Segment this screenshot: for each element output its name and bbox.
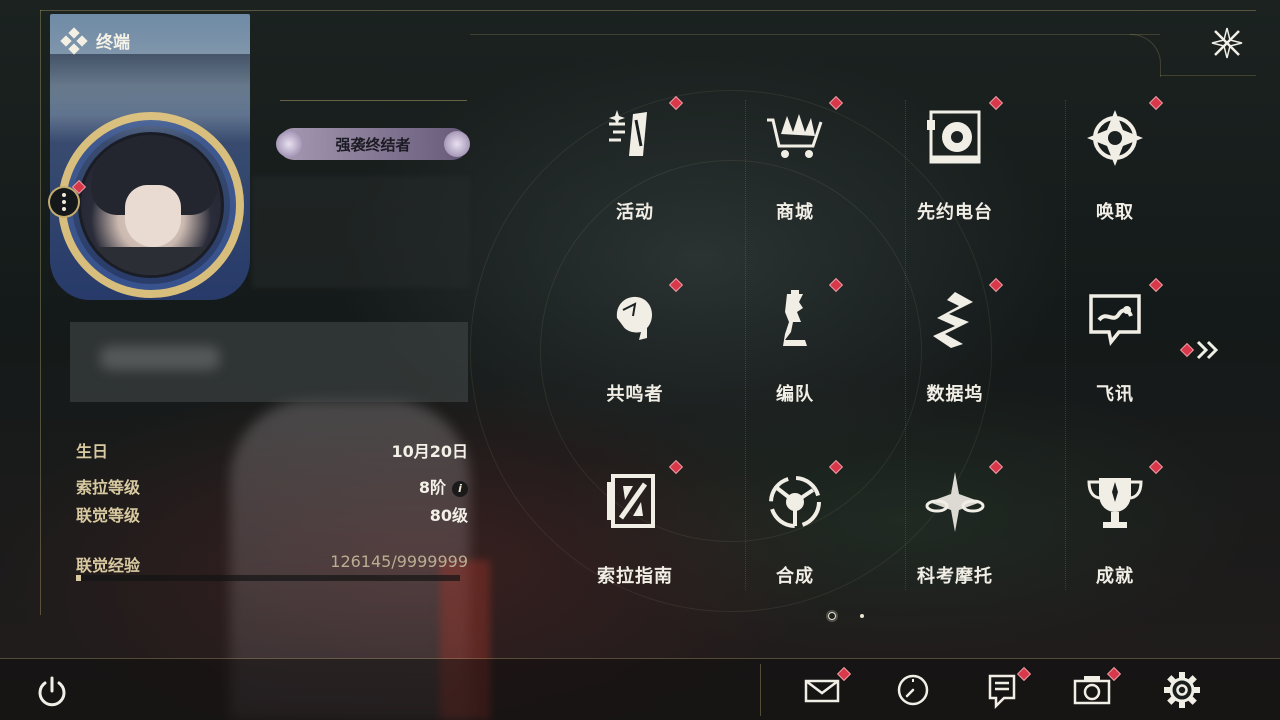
divider [760,664,761,716]
title-badge-label: 强袭终结者 [335,135,411,154]
menu-item-label: 合成 [776,566,814,587]
frame-line [40,10,41,615]
divider [745,100,747,590]
camera-icon[interactable] [1072,670,1112,710]
union-exp-value: 126145/9999999 [330,552,468,571]
guidebook-icon [607,474,655,528]
next-page-chevron-icon[interactable] [1194,338,1224,362]
divider [280,100,467,101]
shop-cart-icon [767,114,823,158]
menu-item-data-bank[interactable]: 数据坞 [875,278,1035,450]
menu-item-convene[interactable]: 唤取 [1035,96,1195,268]
page-title: 终端 [96,33,130,53]
menu-item-label: 唤取 [1096,202,1134,223]
menu-item-synthesis[interactable]: 合成 [715,460,875,632]
exp-progress-fill [76,575,81,581]
menu-item-label: 索拉指南 [597,566,673,587]
menu-item-label: 先约电台 [917,202,993,223]
title-badge[interactable]: 强袭终结者 [276,128,470,160]
menu-item-activity[interactable]: 活动 [555,96,715,268]
badge-right-ornament-icon [444,131,470,157]
info-icon[interactable]: i [452,481,468,497]
menu-item-chess-team[interactable]: 编队 [715,278,875,450]
power-icon[interactable] [34,674,70,710]
menu-item-trophy[interactable]: 成就 [1035,460,1195,632]
blurred-panel [252,176,470,288]
sol-rank-value-wrap: 8阶 i [419,474,468,498]
badge-left-ornament-icon [276,131,302,157]
avatar[interactable] [78,132,224,278]
exp-progress-bar [76,575,460,581]
terminal-icon [60,26,88,55]
mail-icon[interactable] [802,670,842,710]
menu-item-chat[interactable]: 飞讯 [1035,278,1195,450]
resonator-icon [616,296,652,340]
menu-item-label: 活动 [616,202,654,223]
frame-line [40,10,1256,11]
frame-line [1160,75,1256,76]
synthesis-icon [769,476,821,528]
page-dot[interactable] [860,614,864,618]
notice-icon[interactable] [982,670,1022,710]
trophy-icon [1087,478,1143,528]
clock-icon[interactable] [893,670,933,710]
divider [905,100,907,590]
menu-item-guidebook[interactable]: 索拉指南 [555,460,715,632]
frame-line [470,34,1160,35]
motorcycle-icon [925,472,985,532]
page-dot-current[interactable] [828,612,836,620]
menu-item-label: 飞讯 [1096,384,1134,405]
close-icon[interactable] [1208,24,1246,62]
menu-item-label: 科考摩托 [917,566,993,587]
menu-item-radio[interactable]: 先约电台 [875,96,1035,268]
frame-corner [1130,34,1161,77]
menu-item-label: 成就 [1096,566,1134,587]
menu-item-label: 数据坞 [926,384,984,405]
signature-box[interactable] [70,322,468,402]
menu-item-shop-cart[interactable]: 商城 [715,96,875,268]
union-level-label: 联觉等级 [76,506,141,525]
radio-icon [927,110,981,164]
menu-item-label: 编队 [776,384,814,405]
data-bank-icon [933,292,973,348]
divider [1065,100,1067,590]
chat-icon [1089,294,1141,347]
convene-icon [1087,110,1143,166]
menu-item-motorcycle[interactable]: 科考摩托 [875,460,1035,632]
chess-team-icon [783,290,807,346]
menu-item-label: 共鸣者 [606,384,664,405]
settings-gear-icon[interactable] [1162,670,1202,710]
header: 终端 [60,26,130,55]
union-level-value: 80级 [429,506,468,525]
activity-icon [609,110,647,156]
birthday-label: 生日 [76,442,109,461]
sol-rank-value: 8阶 [418,478,446,497]
union-exp-label: 联觉经验 [76,556,141,575]
menu-item-label: 商城 [776,202,814,223]
menu-item-resonator[interactable]: 共鸣者 [555,278,715,450]
birthday-value: 10月20日 [391,442,468,461]
page-indicator [828,612,864,620]
sol-rank-label: 索拉等级 [76,478,141,497]
